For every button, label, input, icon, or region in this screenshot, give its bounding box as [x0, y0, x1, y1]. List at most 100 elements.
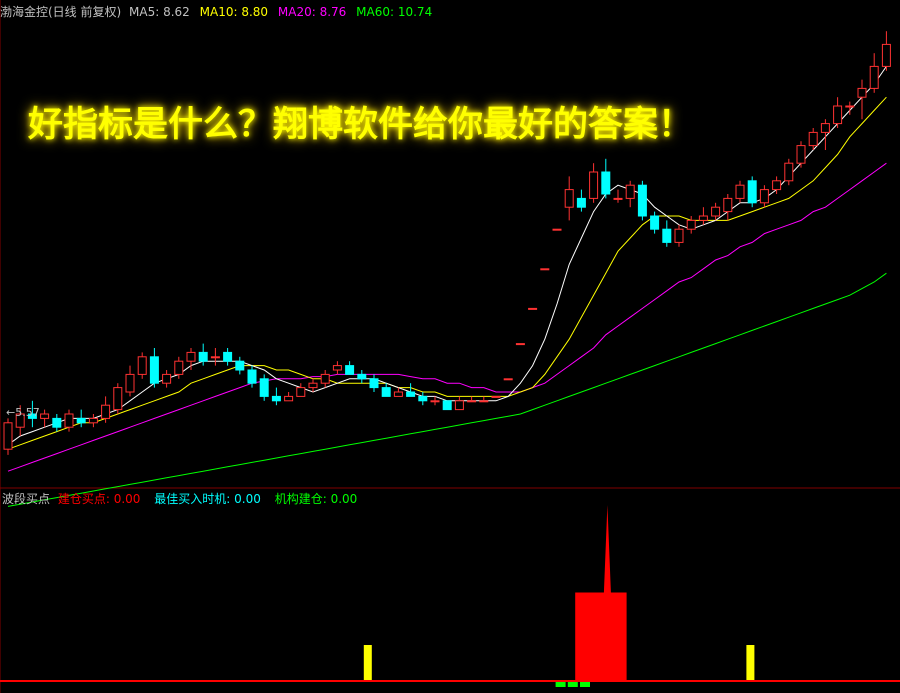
- candle-body: [162, 373, 172, 384]
- candle-body: [40, 413, 50, 419]
- candle-body: [674, 228, 684, 243]
- stock-title: 渤海金控(日线 前复权): [0, 5, 122, 19]
- candle-body: [247, 369, 257, 384]
- candle-body: [454, 400, 464, 411]
- candle-body: [174, 360, 184, 375]
- candle-body: [223, 351, 233, 362]
- price-panel-header: 渤海金控(日线 前复权) MA5: 8.62 MA10: 8.80 MA20: …: [0, 3, 432, 20]
- signal3-value: 0.00: [330, 492, 358, 506]
- candle-body: [735, 184, 745, 199]
- candle-body: [418, 395, 428, 402]
- candle-body: [845, 105, 855, 108]
- candle-body: [491, 395, 501, 398]
- candle-body: [589, 171, 599, 199]
- candle-body: [503, 378, 513, 381]
- candle-body: [772, 180, 782, 191]
- candle-body: [52, 417, 62, 428]
- candle-body: [381, 387, 391, 397]
- candle-body: [332, 365, 342, 371]
- ma20-line: [7, 162, 887, 472]
- candle-body: [113, 387, 123, 411]
- ma20-value: 8.76: [319, 5, 347, 19]
- candle-body: [784, 162, 794, 182]
- candle-body: [564, 189, 574, 208]
- candle-body: [235, 360, 245, 371]
- candle-body: [125, 373, 135, 393]
- signal-bar-yellow: [363, 645, 372, 680]
- candle-body: [650, 215, 660, 230]
- candle-body: [76, 417, 86, 424]
- signal1-value: 0.00: [113, 492, 141, 506]
- left-arrow-icon: ←: [6, 406, 16, 419]
- candle-body: [601, 171, 611, 195]
- candle-body: [723, 197, 733, 213]
- low-price-marker: ←5.57: [6, 406, 40, 419]
- candle-body: [345, 365, 355, 375]
- signal-bar-red: [599, 592, 627, 680]
- candle-body: [3, 422, 13, 450]
- ma10-value: 8.80: [241, 5, 269, 19]
- candle-body: [369, 378, 379, 389]
- candle-body: [869, 65, 879, 89]
- candle-body: [271, 395, 281, 402]
- candle-body: [308, 382, 318, 389]
- signal3-label: 机构建仓:: [274, 492, 327, 506]
- candle-body: [515, 343, 525, 346]
- candle-body: [662, 228, 672, 243]
- candle-body: [698, 215, 708, 221]
- candle-body: [259, 378, 269, 397]
- candle-body: [430, 400, 440, 403]
- ma60-line: [7, 272, 887, 507]
- signal1-label: 建仓买点:: [57, 492, 110, 506]
- signal2-label: 最佳买入时机:: [154, 492, 231, 506]
- candle-body: [357, 373, 367, 380]
- candle-body: [210, 356, 220, 359]
- candle-body: [613, 197, 623, 200]
- candle-body: [186, 351, 196, 362]
- candle-body: [625, 184, 635, 199]
- candle-body: [296, 387, 306, 397]
- candle-body: [467, 400, 477, 403]
- candle-body: [528, 307, 538, 310]
- candle-body: [686, 219, 696, 230]
- ma10-line: [7, 96, 887, 450]
- candle-body: [64, 413, 74, 428]
- candle-body: [881, 43, 891, 67]
- candle-body: [101, 404, 111, 419]
- candle-body: [284, 395, 294, 402]
- candle-body: [759, 189, 769, 204]
- candle-body: [149, 356, 159, 384]
- candle-body: [808, 131, 818, 147]
- indicator-name: 波段买点: [2, 492, 51, 506]
- candle-body: [637, 184, 647, 217]
- signal-bar-red: [575, 592, 603, 680]
- candle-body: [137, 356, 147, 375]
- indicator-header: 波段买点 建仓买点: 0.00 最佳买入时机: 0.00 机构建仓: 0.00: [2, 490, 357, 507]
- ma10-label: MA10:: [199, 5, 238, 19]
- candle-body: [857, 87, 867, 98]
- candle-body: [320, 373, 330, 384]
- promo-banner: 好指标是什么？翔博软件给你最好的答案！: [28, 104, 694, 145]
- candle-body: [479, 400, 489, 403]
- low-price-value: 5.57: [15, 406, 40, 419]
- candle-body: [198, 351, 208, 362]
- candle-body: [406, 391, 416, 397]
- candle-body: [442, 400, 452, 411]
- candle-body: [747, 180, 757, 204]
- candle-body: [88, 417, 98, 424]
- ma5-value: 8.62: [163, 5, 190, 19]
- ma5-label: MA5:: [129, 5, 160, 19]
- candle-body: [796, 145, 806, 164]
- candle-body: [393, 391, 403, 397]
- ma20-label: MA20:: [277, 5, 316, 19]
- candle-body: [833, 105, 843, 125]
- candle-body: [552, 228, 562, 231]
- signal-bar-yellow: [746, 645, 755, 680]
- candle-body: [820, 123, 830, 133]
- ma60-value: 10.74: [397, 5, 433, 19]
- signal2-value: 0.00: [234, 492, 261, 506]
- ma60-label: MA60:: [356, 5, 395, 19]
- candle-body: [576, 197, 586, 208]
- stock-chart-window: 渤海金控(日线 前复权) MA5: 8.62 MA10: 8.80 MA20: …: [0, 0, 900, 693]
- candle-body: [711, 206, 721, 217]
